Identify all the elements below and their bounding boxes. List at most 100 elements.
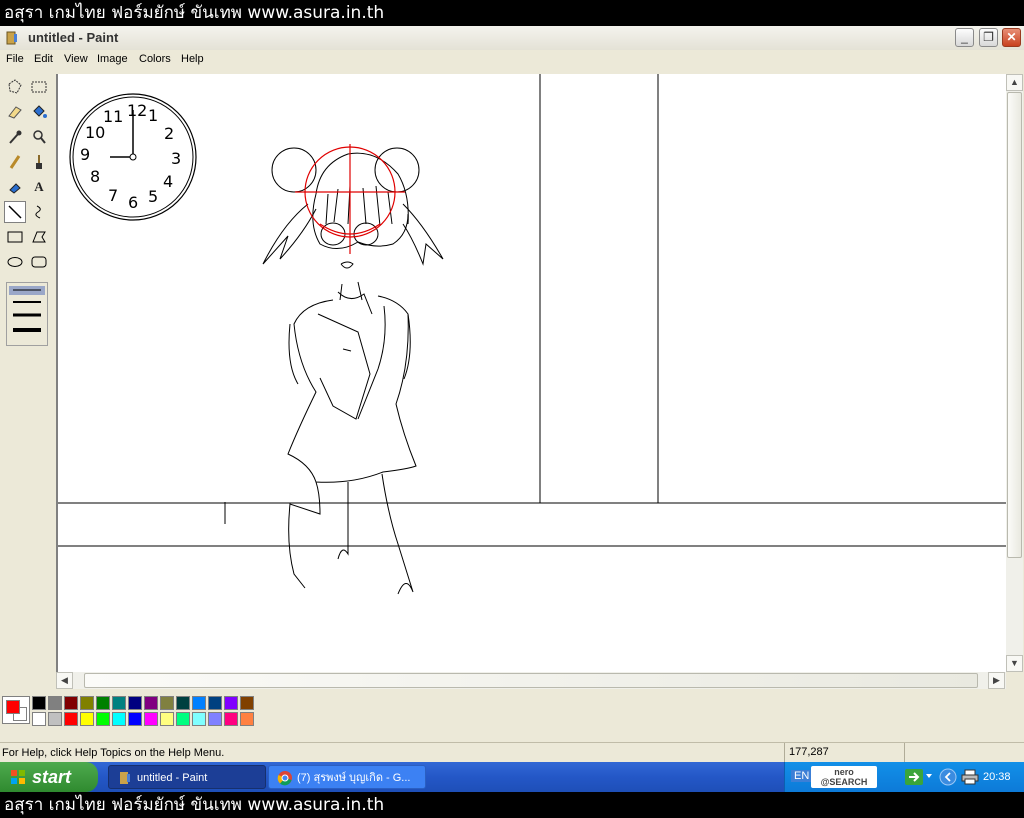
clock-numeral: 5 [148,187,158,206]
color-swatch[interactable] [144,696,158,710]
taskbar-item-label: untitled - Paint [137,772,208,784]
taskbar-item-chrome[interactable]: (7) สุรพงษ์ บุญเกิด - G... [268,765,426,789]
color-swatch[interactable] [208,696,222,710]
color-swatch[interactable] [112,712,126,726]
menu-help[interactable]: Help [181,53,204,65]
line-width-options[interactable] [6,282,48,346]
scroll-left-button[interactable]: ◀ [56,672,73,689]
vertical-scrollbar[interactable]: ▲ ▼ [1006,74,1023,672]
color-swatch[interactable] [80,712,94,726]
arrow-tray-icon[interactable] [905,769,923,785]
eraser-icon[interactable] [4,101,26,123]
windows-logo-icon [11,770,25,784]
pick-color-icon[interactable] [4,126,26,148]
menu-image[interactable]: Image [97,53,128,65]
color-swatch[interactable] [128,712,142,726]
clock-numeral: 4 [163,172,173,191]
menu-view[interactable]: View [64,53,88,65]
line-icon[interactable] [4,201,26,223]
horizontal-scroll-thumb[interactable] [84,673,978,688]
clock-numeral: 3 [171,149,181,168]
canvas-area: 12 1 2 3 4 5 6 7 8 9 10 11 [56,74,1006,672]
color-swatch[interactable] [96,696,110,710]
rectangle-icon[interactable] [4,226,26,248]
fill-icon[interactable] [28,101,50,123]
start-button[interactable]: start [0,762,98,792]
drawing-canvas[interactable]: 12 1 2 3 4 5 6 7 8 9 10 11 [58,74,1006,672]
pencil-icon[interactable] [4,151,26,173]
minimize-button[interactable]: _ [955,28,974,47]
text-icon[interactable]: A [28,176,50,198]
start-label: start [32,767,72,787]
color-swatch[interactable] [240,712,254,726]
restore-button[interactable]: ❐ [979,28,998,47]
nero-search-icon[interactable]: nero @SEARCH [811,766,877,788]
bottom-banner: อสุรา เกมไทย ฟอร์มยักษ์ ขันเทพ www.asura… [0,792,1024,818]
color-swatch[interactable] [176,696,190,710]
vertical-scroll-thumb[interactable] [1007,92,1022,558]
horizontal-scrollbar[interactable]: ◀ ▶ [56,672,1006,689]
clock-numeral: 11 [103,107,123,126]
color-swatch[interactable] [224,696,238,710]
chrome-icon [277,771,292,786]
curve-icon[interactable] [28,201,50,223]
clock-drawing: 12 1 2 3 4 5 6 7 8 9 10 11 [69,93,197,221]
polygon-icon[interactable] [28,226,50,248]
scroll-down-button[interactable]: ▼ [1006,655,1023,672]
color-swatch[interactable] [48,696,62,710]
color-swatch[interactable] [224,712,238,726]
color-swatch[interactable] [64,712,78,726]
color-swatch[interactable] [96,712,110,726]
clock-numeral: 6 [128,193,138,212]
clock[interactable]: 20:38 [983,771,1011,783]
room-lines [58,74,1006,547]
color-swatch[interactable] [160,712,174,726]
title-bar[interactable]: untitled - Paint _ ❐ ✕ [0,26,1024,51]
color-swatch[interactable] [80,696,94,710]
brush-icon[interactable] [28,151,50,173]
free-form-select-icon[interactable] [4,76,26,98]
color-swatch[interactable] [144,712,158,726]
color-swatch[interactable] [32,696,46,710]
clock-numeral: 2 [164,124,174,143]
paint-app-icon [6,31,17,45]
printer-icon[interactable] [961,769,979,785]
clock-numeral: 12 [127,101,147,120]
show-hidden-icons-icon[interactable] [939,768,957,786]
toolbox: A [0,74,56,690]
language-indicator[interactable]: EN [791,770,813,782]
status-bar: For Help, click Help Topics on the Help … [0,742,1024,763]
color-swatch[interactable] [48,712,62,726]
close-button[interactable]: ✕ [1002,28,1021,47]
menu-file[interactable]: File [6,53,24,65]
current-colors[interactable] [2,696,30,724]
taskbar-item-paint[interactable]: untitled - Paint [108,765,266,789]
color-swatch[interactable] [192,696,206,710]
rounded-rect-icon[interactable] [28,251,50,273]
color-swatch[interactable] [112,696,126,710]
menu-colors[interactable]: Colors [139,53,171,65]
top-banner: อสุรา เกมไทย ฟอร์มยักษ์ ขันเทพ www.asura… [0,0,1024,26]
magnifier-icon[interactable] [28,126,50,148]
color-swatch[interactable] [192,712,206,726]
taskbar-item-label: (7) สุรพงษ์ บุญเกิด - G... [297,772,411,784]
color-swatch[interactable] [240,696,254,710]
color-swatch[interactable] [160,696,174,710]
ellipse-icon[interactable] [4,251,26,273]
foreground-color [6,700,20,714]
color-swatch[interactable] [176,712,190,726]
color-swatch[interactable] [208,712,222,726]
status-coordinates: 177,287 [784,743,902,762]
paint-app-icon [120,772,130,784]
nero-label: nero [834,767,854,777]
scroll-right-button[interactable]: ▶ [988,672,1005,689]
airbrush-icon[interactable] [4,176,26,198]
dropdown-arrow-icon[interactable] [925,772,933,780]
clock-numeral: 9 [80,145,90,164]
color-swatch[interactable] [64,696,78,710]
rect-select-icon[interactable] [28,76,50,98]
color-swatch[interactable] [32,712,46,726]
color-swatch[interactable] [128,696,142,710]
scroll-up-button[interactable]: ▲ [1006,74,1023,91]
menu-edit[interactable]: Edit [34,53,53,65]
